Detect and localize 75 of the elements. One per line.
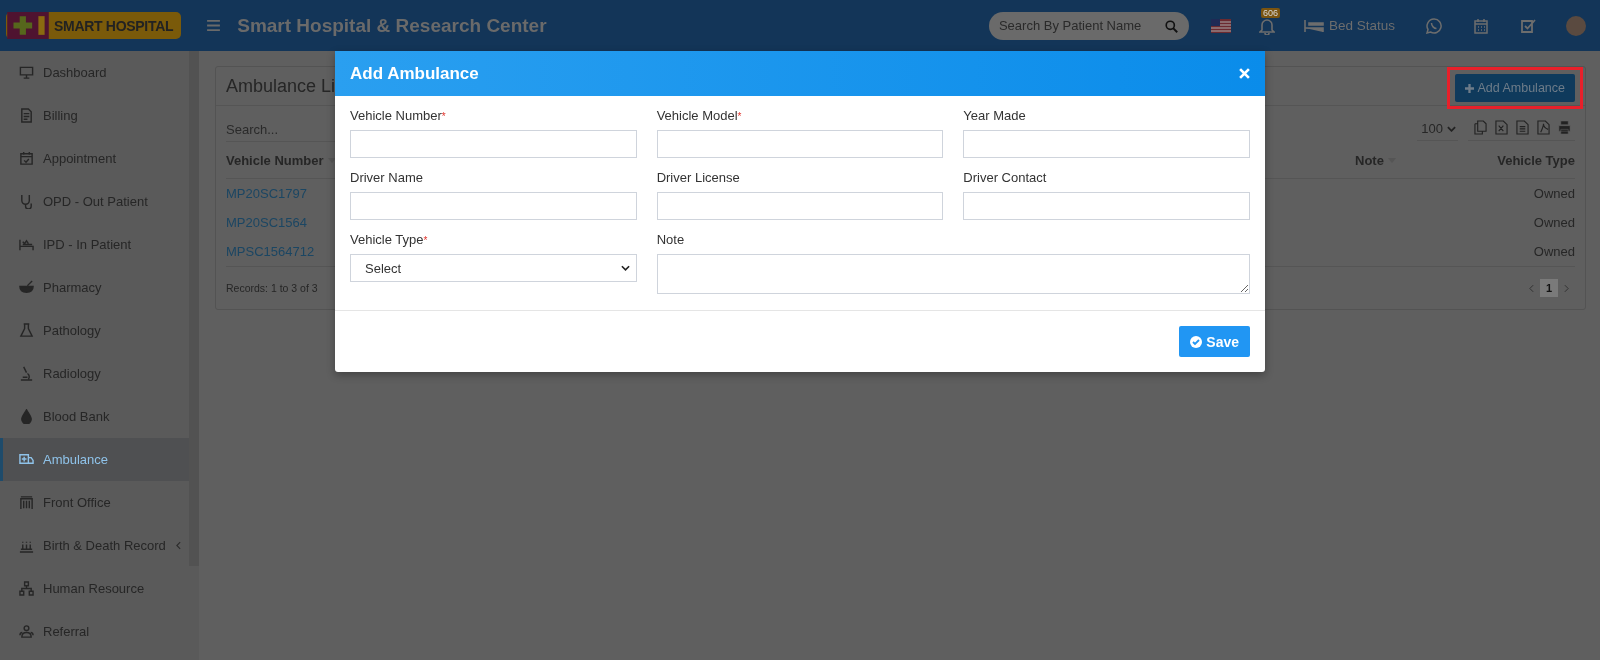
patient-search-field[interactable]: Search By Patient Name (988, 11, 1189, 40)
table-cell-text: Owned (1532, 186, 1575, 201)
excel-icon[interactable] (1495, 119, 1508, 135)
ambulance-icon (19, 452, 34, 467)
flag-icon[interactable] (1210, 18, 1231, 33)
building-icon (19, 495, 34, 510)
plus-icon (1465, 83, 1475, 93)
whatsapp-icon[interactable] (1426, 17, 1442, 34)
close-icon[interactable] (1239, 68, 1250, 79)
checkbox-icon[interactable] (1520, 17, 1536, 34)
cross-logo-icon (6, 12, 50, 39)
next-page-icon[interactable] (1564, 283, 1569, 293)
menu-icon[interactable] (207, 20, 221, 31)
field-label: Driver Contact (963, 170, 1048, 185)
calendar-icon (19, 151, 34, 166)
input-field[interactable] (350, 192, 637, 220)
input-field[interactable] (656, 130, 944, 158)
mortar-icon (19, 280, 34, 295)
copy-icon[interactable] (1474, 119, 1487, 135)
document-icon (19, 108, 34, 123)
search-icon (1164, 19, 1178, 33)
app-title: Smart Hospital & Research Center (237, 14, 547, 37)
field-label: Year Made (963, 108, 1027, 123)
field-label: Vehicle Number* (350, 108, 447, 123)
field-label: Vehicle Model* (656, 108, 743, 123)
bell-icon[interactable] (1258, 16, 1275, 35)
print-icon[interactable] (1558, 119, 1571, 135)
document-icon[interactable] (1516, 119, 1529, 135)
scrollbar[interactable] (189, 51, 199, 566)
add-ambulance-button[interactable]: Add Ambulance (1455, 74, 1575, 102)
table-cell-text: Owned (1532, 244, 1575, 259)
field-label: Vehicle Type* (350, 232, 429, 247)
select-field[interactable]: Select (350, 254, 637, 282)
hierarchy-icon (19, 581, 34, 596)
bed-icon (1303, 19, 1324, 32)
column-header[interactable]: Note (1355, 152, 1415, 168)
input-field[interactable] (350, 130, 637, 158)
input-field[interactable] (656, 192, 944, 220)
table-cell-text: Owned (1532, 215, 1575, 230)
people-icon (19, 624, 34, 639)
column-header[interactable]: Vehicle Type (1415, 152, 1575, 168)
previous-page-icon[interactable] (1528, 283, 1534, 293)
logo-text: SMART HOSPITAL (54, 17, 174, 34)
caret-icon (620, 265, 630, 271)
field-label: Note (656, 232, 686, 247)
bed-icon (19, 237, 34, 252)
panel-title: Ambulance Li (226, 75, 336, 97)
column-header[interactable]: Vehicle Number (226, 152, 726, 168)
input-field[interactable] (963, 130, 1250, 158)
vehicle-number-link[interactable]: MP20SC1564 (226, 215, 307, 230)
calendar-icon[interactable] (1473, 17, 1489, 34)
vehicle-number-link[interactable]: MPSC1564712 (226, 244, 315, 259)
vehicle-number-link[interactable]: MP20SC1797 (226, 186, 307, 201)
caret-icon (1447, 125, 1456, 132)
drop-icon (19, 409, 34, 424)
bed-status-link[interactable]: Bed Status (1303, 18, 1395, 33)
save-button[interactable]: Save (1179, 326, 1250, 357)
note-field[interactable] (656, 254, 1250, 294)
logo[interactable]: SMART HOSPITAL (6, 12, 182, 39)
flask-icon (19, 323, 34, 338)
microscope-icon (19, 366, 34, 381)
sidebar-item[interactable]: Ambulance (0, 438, 189, 481)
notification-count: 606 (1260, 7, 1280, 18)
page-size-select[interactable]: 100 (1417, 119, 1458, 141)
avatar[interactable] (1566, 15, 1586, 36)
sort-icon (327, 157, 336, 163)
input-field[interactable] (963, 192, 1250, 220)
field-label: Driver Name (350, 170, 424, 185)
pdf-icon[interactable] (1537, 119, 1550, 135)
dialog-title: Add Ambulance (350, 63, 479, 84)
page-number[interactable]: 1 (1539, 279, 1558, 297)
field-label: Driver License (656, 170, 741, 185)
monitor-icon (19, 65, 34, 80)
stethoscope-icon (19, 194, 34, 209)
check-circle-icon (1190, 335, 1203, 348)
